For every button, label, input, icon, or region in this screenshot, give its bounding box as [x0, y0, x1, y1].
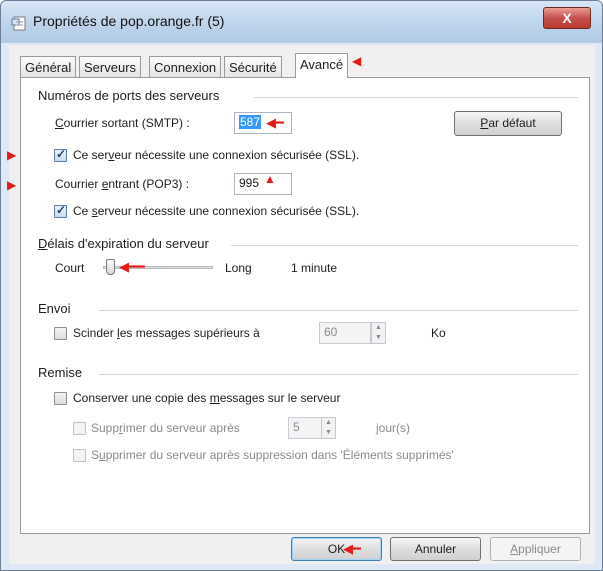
timeout-slider-thumb[interactable] — [106, 259, 115, 275]
timeout-section-title: Délais d'expiration du serveur — [38, 236, 209, 251]
tab-label: Avancé — [300, 57, 344, 72]
send-section-title: Envoi — [38, 301, 71, 316]
spin-up-icon: ▲ — [325, 419, 332, 426]
tab-label: Sécurité — [229, 60, 277, 75]
smtp-ssl-label: Ce serveur nécessite une connexion sécur… — [73, 148, 360, 162]
default-ports-button[interactable]: Par défaut — [454, 111, 562, 136]
keep-copy-label: Conserver une copie des messages sur le … — [73, 391, 341, 405]
tab-label: Général — [25, 60, 72, 75]
annotation-arrow-icon: ▲ — [264, 172, 276, 186]
remove-deleted-checkbox[interactable] — [73, 449, 86, 462]
tab-advanced[interactable]: Avancé — [295, 53, 349, 78]
pop3-ssl-checkbox[interactable]: ✓ — [54, 203, 67, 218]
pop3-port-field[interactable]: 995 — [234, 173, 292, 195]
tab-general[interactable]: Général — [20, 56, 77, 77]
pop3-label: Courrier entrant (POP3) : — [55, 177, 190, 191]
window-title: Propriétés de pop.orange.fr (5) — [33, 13, 225, 29]
days-unit-label: jour(s) — [376, 421, 411, 435]
annotation-arrow-icon: ▶ — [7, 148, 17, 162]
smtp-ssl-checkbox[interactable]: ✓ — [54, 147, 67, 162]
spin-down-icon: ▼ — [375, 334, 382, 341]
tab-label: Serveurs — [84, 60, 137, 75]
apply-button[interactable]: Appliquer — [490, 537, 581, 561]
close-icon: X — [562, 10, 572, 26]
checkmark-icon: ✓ — [56, 147, 67, 161]
divider — [231, 245, 578, 246]
checkmark-icon: ✓ — [56, 203, 67, 217]
ports-section-title: Numéros de ports des serveurs — [38, 88, 220, 103]
smtp-port-value: 587 — [239, 115, 262, 129]
split-size-value: 60 — [324, 325, 338, 339]
tab-connection[interactable]: Connexion — [149, 56, 222, 77]
mail-account-icon — [11, 16, 26, 31]
delivery-section-title: Remise — [38, 365, 83, 380]
ok-button[interactable]: OK — [291, 537, 382, 561]
tab-servers[interactable]: Serveurs — [79, 56, 142, 77]
annotation-arrow-icon: ◀━ — [343, 541, 361, 556]
spin-down-icon: ▼ — [325, 429, 332, 436]
close-button[interactable]: X — [543, 7, 591, 29]
timeout-short-label: Court — [55, 261, 85, 275]
remove-after-label: Supprimer du serveur après — [91, 421, 240, 435]
remove-after-checkbox[interactable] — [73, 422, 86, 435]
annotation-arrow-icon: ◀━ — [266, 115, 284, 130]
pop3-port-value: 995 — [239, 176, 260, 190]
pop3-ssl-label: Ce serveur nécessite une connexion sécur… — [73, 204, 360, 218]
split-size-unit: Ko — [431, 326, 446, 340]
annotation-arrow-icon: ◀ — [352, 54, 362, 68]
timeout-value: 1 minute — [291, 261, 338, 275]
timeout-long-label: Long — [225, 261, 252, 275]
dialog-client-area: Général Serveurs Connexion Sécurité Avan… — [7, 45, 595, 564]
split-messages-label: Scinder les messages supérieurs à — [73, 326, 260, 340]
cancel-button[interactable]: Annuler — [390, 537, 481, 561]
remove-deleted-label: Supprimer du serveur après suppression d… — [91, 448, 454, 462]
split-size-spinner[interactable]: ▲ ▼ — [371, 322, 386, 344]
split-messages-checkbox[interactable] — [54, 327, 67, 340]
advanced-tab-panel: Numéros de ports des serveurs Courrier s… — [7, 77, 590, 534]
remove-after-days-field[interactable]: 5 — [288, 417, 323, 439]
divider — [99, 310, 578, 311]
spin-up-icon: ▲ — [375, 324, 382, 331]
remove-after-days-value: 5 — [293, 420, 300, 434]
title-bar[interactable]: Propriétés de pop.orange.fr (5) X — [1, 1, 602, 43]
cancel-label: Annuler — [414, 542, 457, 556]
properties-dialog: Propriétés de pop.orange.fr (5) X Généra… — [0, 0, 603, 571]
split-size-field[interactable]: 60 — [319, 322, 371, 344]
tab-label: Connexion — [154, 60, 217, 75]
divider — [99, 374, 578, 375]
tab-security[interactable]: Sécurité — [224, 56, 282, 77]
annotation-arrow-icon: ▶ — [7, 178, 17, 192]
remove-after-days-spinner[interactable]: ▲ ▼ — [321, 417, 336, 439]
keep-copy-checkbox[interactable] — [54, 392, 67, 405]
divider — [254, 97, 578, 98]
annotation-arrow-icon: ◀━━ — [119, 259, 145, 274]
smtp-label: Courrier sortant (SMTP) : — [55, 116, 190, 130]
